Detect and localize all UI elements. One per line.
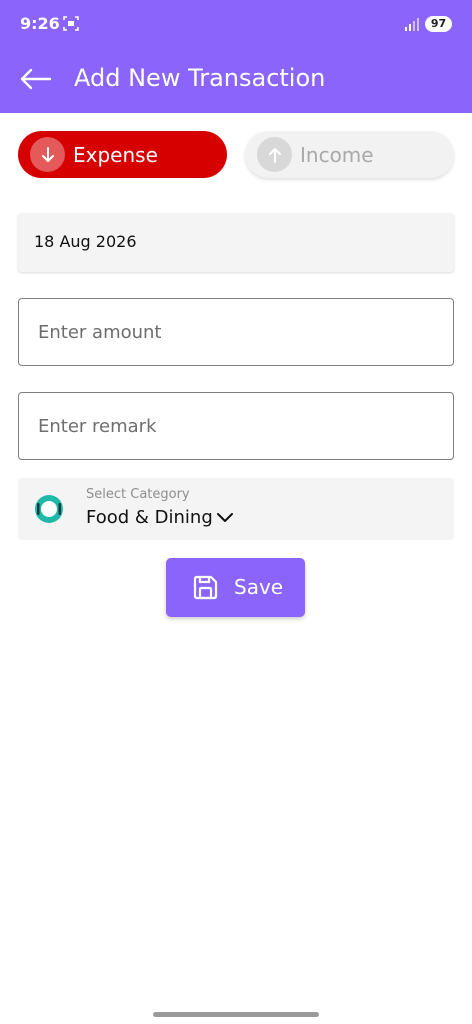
income-toggle[interactable]: Income — [245, 131, 454, 178]
date-field[interactable]: 18 Aug 2026 — [18, 213, 454, 272]
amount-input[interactable] — [18, 298, 454, 366]
screenshot-icon — [63, 16, 79, 31]
expense-label: Expense — [73, 142, 158, 167]
save-button[interactable]: Save — [166, 558, 305, 617]
page-title: Add New Transaction — [74, 64, 326, 92]
category-caption: Select Category — [86, 487, 190, 502]
category-select[interactable]: Select Category Food & Dining — [18, 478, 454, 540]
status-time: 9:26 — [20, 14, 60, 33]
arrow-left-icon — [20, 68, 52, 90]
signal-icon — [405, 18, 419, 31]
expense-toggle[interactable]: Expense — [18, 131, 227, 178]
chevron-down-icon — [217, 513, 233, 522]
income-label: Income — [300, 142, 374, 167]
category-value: Food & Dining — [86, 507, 213, 528]
food-dining-icon — [35, 495, 63, 523]
back-button[interactable] — [16, 62, 56, 96]
arrow-down-icon — [30, 137, 65, 172]
remark-input[interactable] — [18, 392, 454, 460]
floppy-disk-icon — [193, 575, 218, 600]
battery-indicator: 97 — [425, 16, 452, 32]
add-transaction-screen: 9:26 97 Add New Transaction Expense Inco… — [0, 0, 472, 1024]
save-label: Save — [234, 575, 284, 599]
arrow-up-icon — [257, 137, 292, 172]
app-bar: 9:26 97 Add New Transaction — [0, 0, 472, 113]
home-indicator[interactable] — [153, 1012, 319, 1017]
date-value: 18 Aug 2026 — [34, 232, 137, 251]
